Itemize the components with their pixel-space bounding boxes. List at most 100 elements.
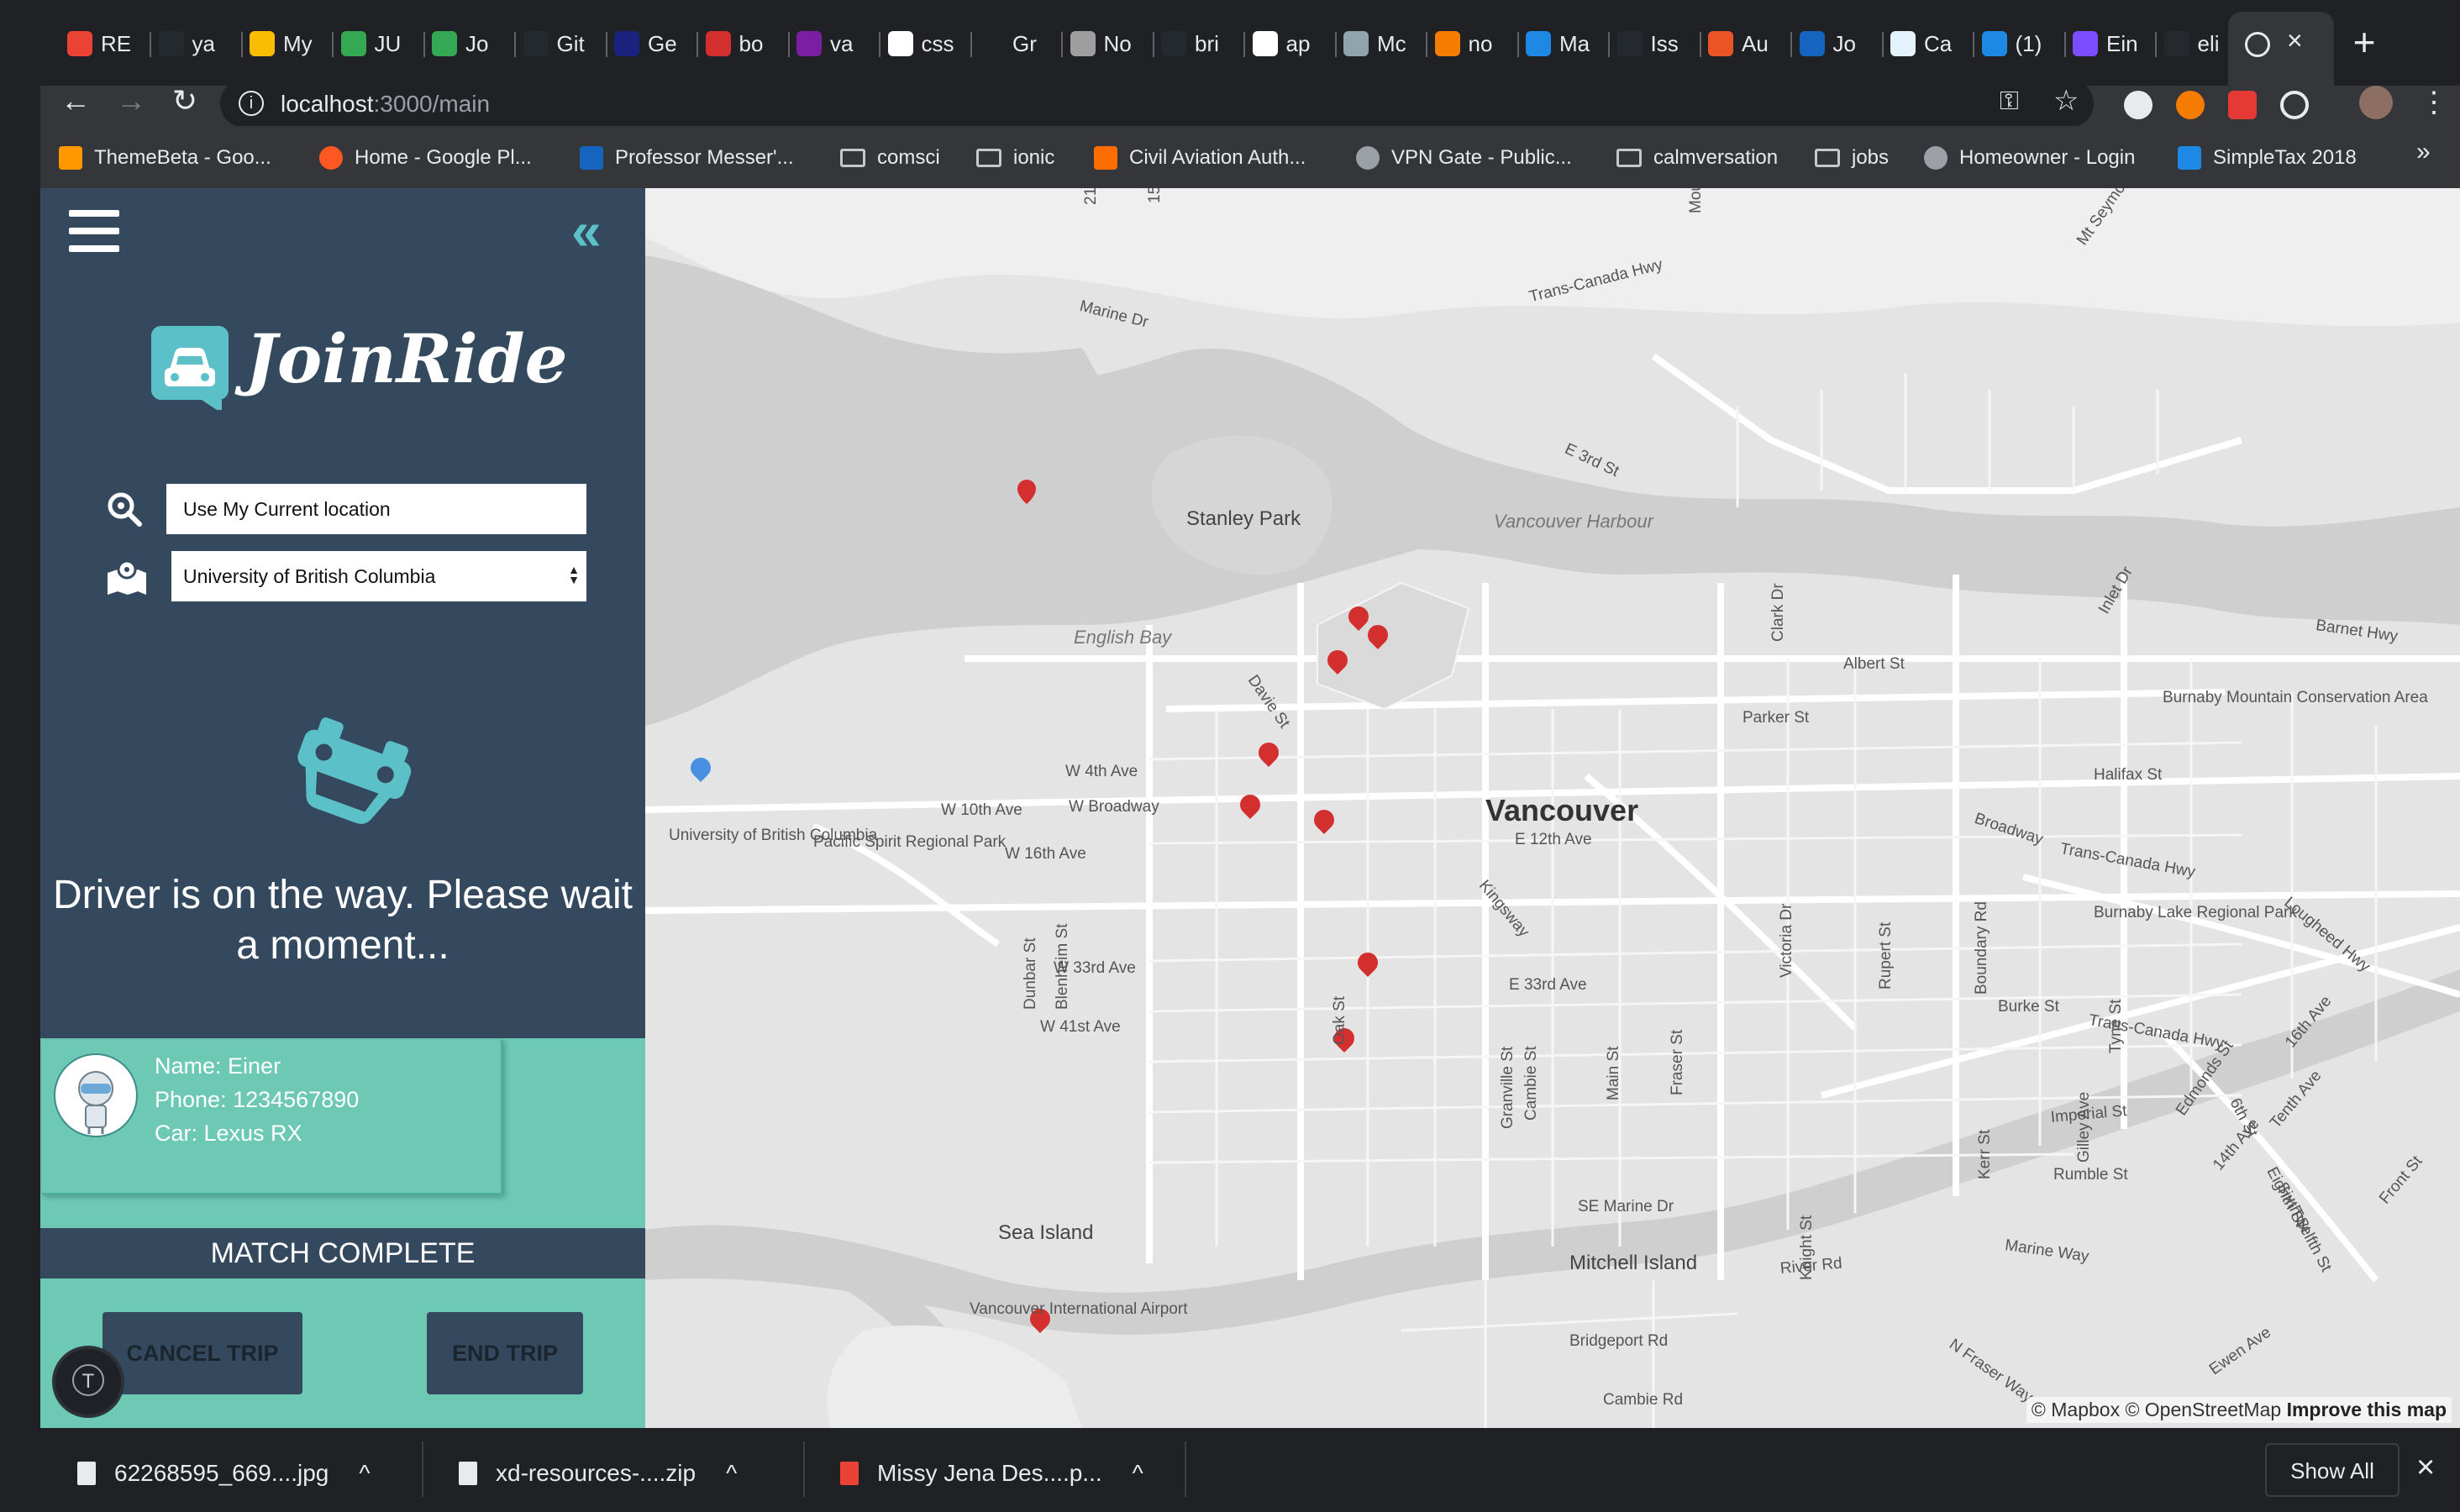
bookmark-9[interactable]: Homeowner - Login [1924,141,2135,175]
tab-19[interactable]: Jo [1799,15,1856,72]
chevron-up-icon[interactable]: ^ [726,1460,737,1487]
bookmark-6[interactable]: VPN Gate - Public... [1356,141,1572,175]
map-view[interactable]: Trans-Canada HwyMarine Dr21st St15th StM… [645,188,2460,1428]
tab-7[interactable]: bo [705,15,763,72]
tab-label: Ma [1559,30,1590,56]
new-tab-button[interactable]: + [2344,22,2384,62]
map-label: Knight St [1798,1215,1816,1280]
cube-icon [1526,31,1551,56]
tab-1[interactable]: ya [158,15,215,72]
tab-label: Jo [465,30,489,56]
tab-label: RE [101,30,132,56]
tab-17[interactable]: Iss [1616,15,1679,72]
tab-9[interactable]: css [887,15,954,72]
improve-map-link[interactable]: Improve this map [2287,1399,2447,1420]
tab-18[interactable]: Au [1708,15,1769,72]
forward-icon[interactable]: → [111,81,151,121]
end-trip-button[interactable]: END TRIP [427,1312,583,1394]
pdf-file-icon [840,1462,859,1485]
bookmark-5[interactable]: Civil Aviation Auth... [1094,141,1306,175]
tab-14[interactable]: Mc [1343,15,1406,72]
current-location-input[interactable] [166,484,586,534]
chevron-up-icon[interactable]: ^ [1133,1460,1143,1487]
info-icon[interactable]: i [239,91,264,116]
tab-label: bri [1195,30,1219,56]
driver-car: Car: Lexus RX [155,1121,302,1146]
close-tab-icon[interactable]: × [2287,25,2303,56]
hamburger-menu-icon[interactable] [69,210,119,254]
download-item[interactable]: xd-resources-....zip ^ [459,1457,737,1490]
folder-icon [1616,149,1642,167]
p-icon [580,146,603,170]
bookmark-2[interactable]: Professor Messer'... [580,141,794,175]
chevron-up-icon[interactable]: ^ [359,1460,370,1487]
bookmark-3[interactable]: comsci [840,141,940,175]
download-item[interactable]: Missy Jena Des....p... ^ [840,1457,1143,1490]
show-all-downloads-button[interactable]: Show All [2265,1443,2400,1497]
tab-8[interactable]: va [796,15,853,72]
doc-icon [1890,31,1916,56]
bookmark-label: comsci [877,146,940,169]
destination-select[interactable]: University of British Columbia ▲ ▼ [171,551,586,601]
tab-20[interactable]: Ca [1890,15,1952,72]
tab-6[interactable]: Ge [614,15,677,72]
reload-icon[interactable]: ↻ [165,81,205,121]
sheets-icon [340,31,366,56]
map-label: Granville St [1499,1046,1516,1129]
map-label: Stanley Park [1186,507,1301,530]
github-icon [158,31,184,56]
tab-label: va [830,30,854,56]
bookmark-8[interactable]: jobs [1815,141,1889,175]
tab-10[interactable]: Gr [979,15,1037,72]
bookmark-label: calmversation [1653,146,1779,169]
cancel-trip-button[interactable]: CANCEL TRIP [102,1312,302,1394]
bookmark-label: Civil Aviation Auth... [1129,146,1306,169]
tab-16[interactable]: Ma [1526,15,1590,72]
more-bookmarks-button[interactable]: » [2416,138,2431,166]
tab-11[interactable]: No [1070,15,1132,72]
extension-orange-icon[interactable] [2176,91,2205,119]
extension-circle-icon[interactable] [2124,91,2152,119]
bookmark-10[interactable]: SimpleTax 2018 [2178,141,2357,175]
extension-red-icon[interactable] [2228,91,2257,119]
blogger-icon [1094,146,1117,170]
brand-name: JoinRide [245,319,568,398]
tab-22[interactable]: Ein [2073,15,2138,72]
tab-0[interactable]: RE [67,15,131,72]
map-label: Burke St [1998,998,2059,1016]
map-label: Vancouver International Airport [970,1300,1188,1318]
tab-label: (1) [2015,30,2042,56]
tab-4[interactable]: Jo [432,15,488,72]
map-label: E 12th Ave [1515,831,1592,848]
collapse-sidebar-icon[interactable]: « [571,200,602,262]
tab-13[interactable]: ap [1252,15,1310,72]
bookmark-0[interactable]: ThemeBeta - Goo... [59,141,271,175]
simpletax-icon [2178,146,2201,170]
downloads-bar [40,1428,2460,1512]
bookmark-1[interactable]: Home - Google Pl... [319,141,532,175]
close-downloads-icon[interactable]: × [2416,1450,2435,1486]
tab-12[interactable]: bri [1161,15,1219,72]
tab-15[interactable]: no [1434,15,1493,72]
tab-label: no [1468,30,1493,56]
back-icon[interactable]: ← [55,81,96,121]
tab-active[interactable]: × [2228,12,2334,86]
menu-kebab-icon[interactable]: ⋮ [2420,86,2448,119]
tab-21[interactable]: (1) [1981,15,2042,72]
map-label: SE Marine Dr [1578,1198,1674,1215]
download-item[interactable]: 62268595_669....jpg ^ [77,1457,371,1490]
tab-5[interactable]: Git [523,15,585,72]
floating-action-button[interactable]: T [52,1346,124,1418]
extension-target-icon[interactable] [2280,91,2309,119]
grid-icon [1343,31,1369,56]
tab-23[interactable]: eli [2163,15,2220,72]
tab-2[interactable]: My [250,15,313,72]
bookmark-7[interactable]: calmversation [1616,141,1778,175]
address-bar[interactable] [220,79,2094,128]
bookmark-4[interactable]: ionic [976,141,1054,175]
tab-3[interactable]: JU [340,15,401,72]
key-icon[interactable]: ⚿ [2000,87,2019,116]
profile-avatar[interactable] [2359,86,2393,119]
star-icon[interactable]: ☆ [2053,84,2079,118]
tab-separator [2063,32,2066,57]
